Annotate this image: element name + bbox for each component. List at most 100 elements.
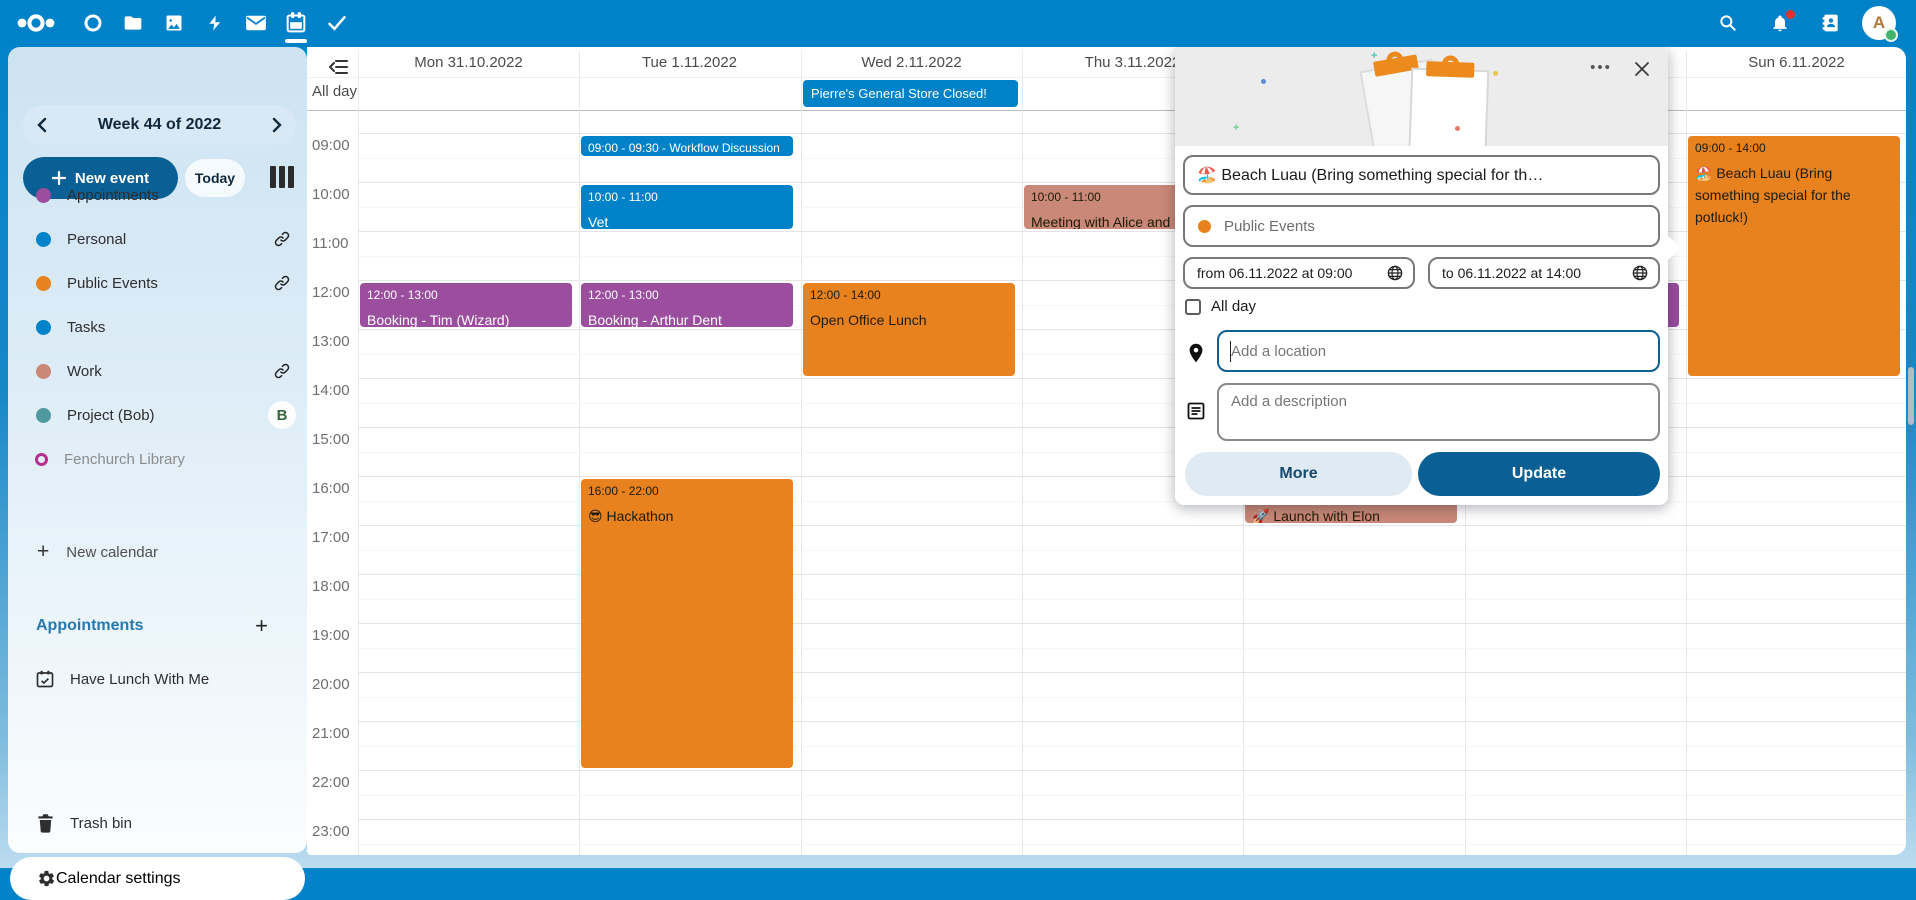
timezone-globe-icon[interactable] bbox=[1632, 265, 1648, 281]
event-title: Vet bbox=[588, 211, 789, 229]
vertical-scrollbar-thumb[interactable] bbox=[1908, 367, 1914, 425]
event-title: Booking - Tim (Wizard) bbox=[367, 309, 568, 327]
mail-icon[interactable] bbox=[242, 9, 270, 37]
sidebar-calendar-personal[interactable]: Personal bbox=[23, 221, 301, 257]
trash-icon bbox=[37, 814, 54, 833]
location-input[interactable] bbox=[1217, 330, 1660, 372]
event-time: 09:00 - 09:30 - Workflow Discussion bbox=[588, 140, 789, 156]
files-icon[interactable] bbox=[119, 9, 147, 37]
share-link-icon[interactable] bbox=[267, 356, 297, 386]
all-day-checkbox[interactable] bbox=[1185, 299, 1201, 315]
event-workflow-discussion[interactable]: 09:00 - 09:30 - Workflow Discussion bbox=[581, 136, 793, 156]
hour-line bbox=[358, 427, 1906, 428]
event-title: Open Office Lunch bbox=[810, 309, 1011, 331]
calendar-color-dot bbox=[36, 408, 51, 423]
new-calendar-button[interactable]: + New calendar bbox=[23, 535, 301, 569]
sidebar-calendar-tasks[interactable]: Tasks bbox=[23, 309, 301, 345]
description-input[interactable] bbox=[1217, 383, 1660, 441]
hour-line bbox=[358, 378, 1906, 379]
tasks-icon[interactable] bbox=[323, 9, 351, 37]
calendar-name: Tasks bbox=[67, 319, 301, 336]
event-title: 😎 Hackathon bbox=[588, 505, 789, 527]
calendar-settings-item[interactable]: Calendar settings bbox=[10, 857, 305, 900]
appointment-item[interactable]: Have Lunch With Me bbox=[23, 661, 301, 697]
column-separator bbox=[358, 51, 359, 855]
dashboard-icon[interactable] bbox=[79, 9, 107, 37]
new-calendar-label: New calendar bbox=[66, 544, 158, 561]
calendar-select-value: Public Events bbox=[1224, 218, 1315, 235]
active-app-indicator bbox=[285, 39, 307, 43]
sidebar-calendar-work[interactable]: Work bbox=[23, 353, 301, 389]
previous-week-button[interactable] bbox=[36, 117, 48, 133]
calendar-settings-label: Calendar settings bbox=[56, 870, 181, 888]
event-booking-arthur[interactable]: 12:00 - 13:00Booking - Arthur Dent bbox=[581, 283, 793, 327]
calendar-icon[interactable] bbox=[282, 9, 310, 37]
notification-badge bbox=[1786, 10, 1795, 19]
next-week-button[interactable] bbox=[271, 117, 283, 133]
from-value: from 06.11.2022 at 09:00 bbox=[1197, 265, 1352, 281]
end-datetime-field[interactable]: to 06.11.2022 at 14:00 bbox=[1428, 257, 1660, 289]
to-value: to 06.11.2022 at 14:00 bbox=[1442, 265, 1581, 281]
trash-bin-item[interactable]: Trash bin bbox=[23, 805, 301, 841]
nextcloud-logo-icon[interactable] bbox=[14, 9, 58, 37]
hour-line bbox=[358, 819, 1906, 820]
calendar-name: Personal bbox=[67, 231, 267, 248]
plus-icon: + bbox=[37, 540, 49, 564]
share-link-icon[interactable] bbox=[267, 268, 297, 298]
calendar-name: Project (Bob) bbox=[67, 407, 267, 424]
description-icon bbox=[1187, 402, 1205, 420]
timezone-globe-icon[interactable] bbox=[1387, 265, 1403, 281]
event-open-office-lunch[interactable]: 12:00 - 14:00Open Office Lunch bbox=[803, 283, 1015, 376]
event-booking-tim[interactable]: 12:00 - 13:00Booking - Tim (Wizard) bbox=[360, 283, 572, 327]
photos-icon[interactable] bbox=[160, 9, 188, 37]
all-day-toggle[interactable]: All day bbox=[1185, 298, 1256, 315]
event-time: 09:00 - 14:00 bbox=[1695, 140, 1896, 156]
confetti-dot bbox=[1455, 126, 1460, 131]
shared-by-badge: B bbox=[267, 400, 297, 430]
half-hour-line bbox=[358, 403, 1906, 404]
sidebar-calendar-appointments[interactable]: Appointments bbox=[23, 177, 301, 213]
event-editor-popup: + + ••• Public Events from 06.11.2022 at… bbox=[1175, 46, 1668, 505]
event-vet[interactable]: 10:00 - 11:00 Vet bbox=[581, 185, 793, 229]
event-beach-luau[interactable]: 09:00 - 14:00🏖️ Beach Luau (Bring someth… bbox=[1688, 136, 1900, 376]
event-title-input[interactable] bbox=[1183, 155, 1660, 195]
all-day-label: All day bbox=[312, 83, 357, 100]
sidebar-calendar-fenchurch-library[interactable]: Fenchurch Library bbox=[23, 441, 301, 477]
event-title: Booking - Arthur Dent bbox=[588, 309, 789, 327]
day-header-2: Wed 2.11.2022 bbox=[801, 51, 1022, 75]
clipboard-illustration bbox=[1325, 46, 1525, 146]
week-label: Week 44 of 2022 bbox=[98, 116, 221, 134]
top-bar: A bbox=[0, 0, 1916, 47]
half-hour-line bbox=[358, 844, 1906, 845]
activity-icon[interactable] bbox=[201, 9, 229, 37]
calendar-color-dot bbox=[1198, 220, 1211, 233]
update-button[interactable]: Update bbox=[1418, 452, 1660, 496]
time-label-21:00: 21:00 bbox=[312, 725, 357, 742]
contacts-icon[interactable] bbox=[1817, 9, 1845, 37]
all-day-event[interactable]: Pierre's General Store Closed! bbox=[803, 80, 1018, 107]
start-datetime-field[interactable]: from 06.11.2022 at 09:00 bbox=[1183, 257, 1415, 289]
sidebar-calendar-public-events[interactable]: Public Events bbox=[23, 265, 301, 301]
calendar-name: Fenchurch Library bbox=[64, 451, 301, 468]
week-navigation: Week 44 of 2022 bbox=[23, 105, 296, 145]
more-button[interactable]: More bbox=[1185, 452, 1412, 496]
column-separator bbox=[579, 51, 580, 855]
time-label-23:00: 23:00 bbox=[312, 823, 357, 840]
time-label-18:00: 18:00 bbox=[312, 578, 357, 595]
sidebar-calendar-project-bob-[interactable]: Project (Bob)B bbox=[23, 397, 301, 433]
search-icon[interactable] bbox=[1714, 9, 1742, 37]
column-separator bbox=[801, 51, 802, 855]
close-icon[interactable] bbox=[1627, 54, 1657, 84]
text-caret bbox=[1230, 341, 1231, 362]
add-appointment-button[interactable]: + bbox=[255, 613, 268, 639]
more-options-icon[interactable]: ••• bbox=[1583, 52, 1619, 82]
calendar-select[interactable]: Public Events bbox=[1183, 205, 1660, 247]
event-time: 10:00 - 11:00 bbox=[588, 189, 789, 205]
calendar-check-icon bbox=[36, 670, 54, 688]
appointments-section-header: Appointments + bbox=[36, 613, 296, 639]
calendar-color-dot bbox=[36, 364, 51, 379]
share-link-icon[interactable] bbox=[267, 224, 297, 254]
event-hackathon[interactable]: 16:00 - 22:00😎 Hackathon bbox=[581, 479, 793, 768]
all-day-checkbox-label: All day bbox=[1211, 298, 1256, 315]
appointment-item-label: Have Lunch With Me bbox=[70, 671, 209, 688]
